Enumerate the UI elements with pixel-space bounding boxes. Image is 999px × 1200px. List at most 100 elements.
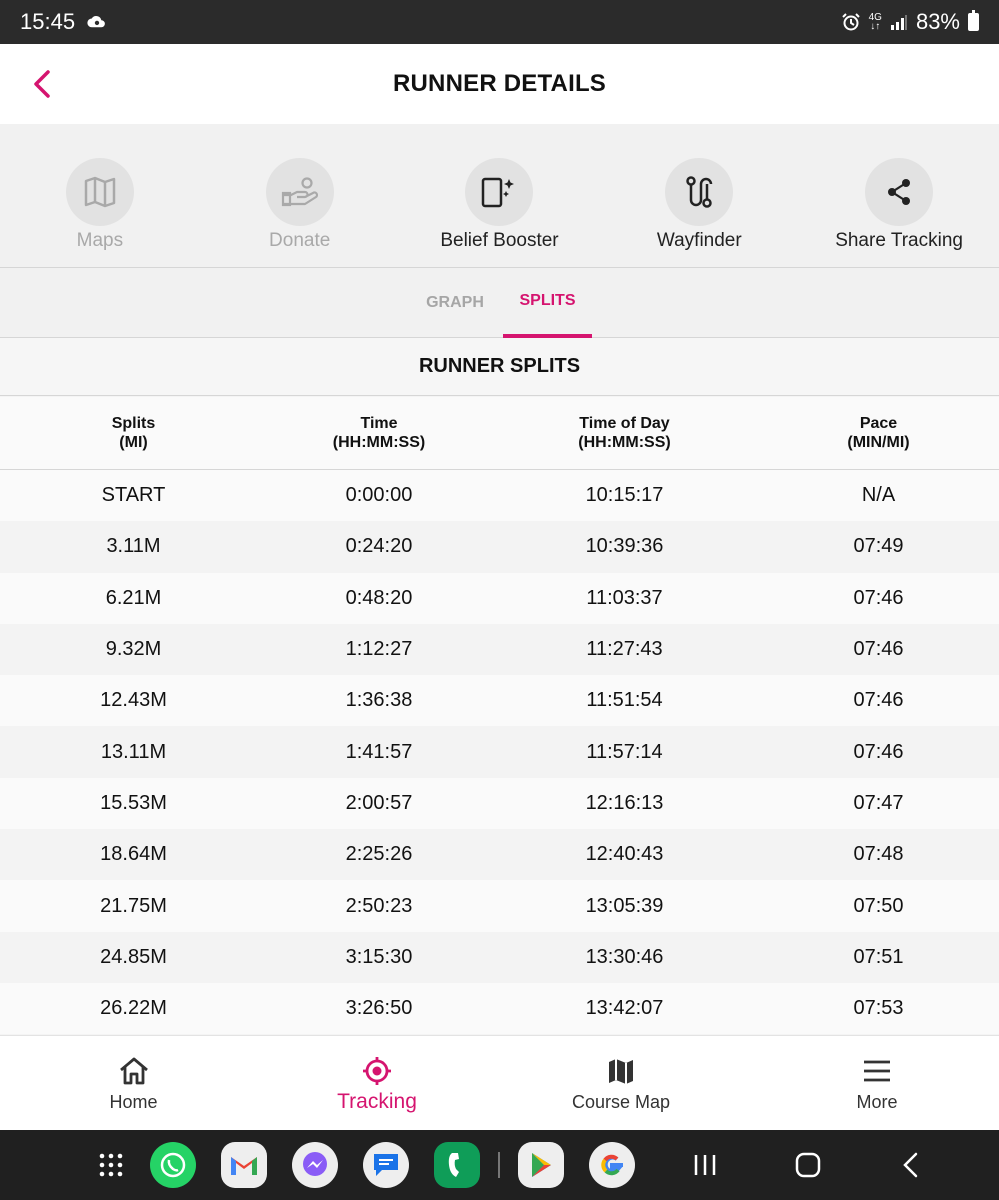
- donate-button[interactable]: Donate: [200, 124, 400, 267]
- split-distance: 12.43M: [100, 689, 167, 712]
- split-pace: 07:47: [853, 791, 904, 814]
- split-time: 3:26:50: [345, 997, 413, 1020]
- nav-course-map[interactable]: Course Map: [487, 1036, 755, 1130]
- recent-apps-icon[interactable]: [692, 1153, 718, 1177]
- table-row: 6.21M 0:48:20 11:03:37 07:46: [0, 572, 999, 624]
- split-distance: 26.22M: [100, 997, 167, 1020]
- column-header-unit: (MIN/MI): [847, 434, 910, 451]
- split-pace: 07:46: [853, 638, 904, 661]
- messenger-app-icon[interactable]: [292, 1142, 338, 1188]
- status-bar: 15:45 4G ↓↑ 83%: [0, 0, 999, 44]
- table-row: 24.85M 3:15:30 13:30:46 07:51: [0, 931, 999, 983]
- column-header-title: Pace: [859, 415, 898, 432]
- system-navigation-bar: [0, 1130, 999, 1200]
- network-type: 4G: [868, 12, 882, 23]
- donate-hand-icon: [281, 177, 318, 207]
- donate-icon-circle: [265, 158, 334, 226]
- table-row: 9.32M 1:12:27 11:27:43 07:46: [0, 623, 999, 676]
- split-pace: 07:48: [853, 843, 904, 866]
- battery-percent: 83%: [915, 9, 960, 34]
- nav-more[interactable]: More: [755, 1036, 999, 1130]
- gmail-app-icon[interactable]: [221, 1142, 267, 1188]
- split-distance: 24.85M: [100, 945, 167, 968]
- table-row: 26.22M 3:26:50 13:42:07 07:53: [0, 982, 999, 1035]
- map-icon: [84, 176, 116, 208]
- wayfinder-icon-circle: [665, 158, 734, 226]
- status-time: 15:45: [20, 9, 76, 34]
- nav-home[interactable]: Home: [0, 1036, 267, 1130]
- split-time-of-day: 13:42:07: [585, 997, 664, 1020]
- app-drawer-icon[interactable]: [98, 1152, 124, 1178]
- split-time-of-day: 10:15:17: [585, 484, 664, 507]
- nav-tracking[interactable]: Tracking: [267, 1036, 487, 1130]
- split-time: 0:00:00: [345, 484, 413, 507]
- split-pace: N/A: [861, 484, 896, 507]
- messenger-glyph-icon: [303, 1152, 327, 1176]
- chat-bubble-icon: [374, 1154, 398, 1176]
- maps-button[interactable]: Maps: [0, 124, 200, 267]
- split-time: 2:50:23: [345, 894, 413, 917]
- map-icon: [609, 1059, 633, 1084]
- back-chevron-icon[interactable]: [28, 66, 60, 102]
- split-pace: 07:46: [853, 689, 904, 712]
- whatsapp-app-icon[interactable]: [150, 1142, 196, 1188]
- split-distance: 13.11M: [100, 740, 167, 763]
- maps-icon-circle: [65, 158, 134, 226]
- table-row: 12.43M 1:36:38 11:51:54 07:46: [0, 675, 999, 727]
- nav-more-label: More: [856, 1092, 898, 1112]
- page-title: RUNNER DETAILS: [392, 70, 607, 97]
- tab-graph[interactable]: GRAPH: [410, 268, 500, 338]
- route-icon: [686, 176, 713, 208]
- belief-booster-icon-circle: [465, 158, 534, 226]
- table-row: 15.53M 2:00:57 12:16:13 07:47: [0, 777, 999, 830]
- split-pace: 07:49: [853, 535, 904, 558]
- system-back-icon[interactable]: [900, 1152, 922, 1178]
- play-store-app-icon[interactable]: [518, 1142, 564, 1188]
- column-header-unit: (HH:MM:SS): [578, 434, 671, 451]
- split-time-of-day: 12:16:13: [585, 791, 664, 814]
- split-distance: 9.32M: [105, 638, 162, 661]
- hamburger-icon: [864, 1060, 890, 1082]
- splits-section-title: RUNNER SPLITS: [0, 338, 999, 396]
- belief-booster-button[interactable]: Belief Booster: [400, 124, 600, 267]
- split-time-of-day: 11:57:14: [586, 740, 663, 763]
- phone-app-icon[interactable]: [434, 1142, 480, 1188]
- share-icon-circle: [865, 158, 934, 226]
- split-pace: 07:46: [853, 740, 904, 763]
- google-app-icon[interactable]: [589, 1142, 635, 1188]
- split-distance: 21.75M: [100, 894, 167, 917]
- nav-home-label: Home: [109, 1092, 158, 1112]
- column-header-splits: Splits (MI): [0, 397, 267, 469]
- tab-splits[interactable]: SPLITS: [503, 268, 592, 338]
- share-tracking-label: Share Tracking: [835, 230, 963, 251]
- split-pace: 07:50: [853, 894, 904, 917]
- column-header-title: Time of Day: [579, 415, 670, 432]
- target-icon: [363, 1057, 391, 1085]
- split-pace: 07:46: [853, 586, 904, 609]
- split-pace: 07:51: [853, 945, 904, 968]
- split-time: 0:48:20: [345, 586, 413, 609]
- home-button-icon[interactable]: [795, 1152, 821, 1178]
- share-icon: [888, 179, 911, 205]
- split-distance: 18.64M: [100, 843, 167, 866]
- split-pace: 07:53: [853, 997, 904, 1020]
- split-time-of-day: 11:27:43: [586, 638, 663, 661]
- split-time: 0:24:20: [345, 535, 413, 558]
- wayfinder-button[interactable]: Wayfinder: [599, 124, 799, 267]
- share-tracking-button[interactable]: Share Tracking: [799, 124, 999, 267]
- column-header-title: Splits: [111, 415, 156, 432]
- splits-table-body: START 0:00:00 10:15:17 N/A 3.11M 0:24:20…: [0, 470, 999, 1035]
- tab-bar: GRAPH SPLITS: [0, 268, 999, 338]
- split-time-of-day: 11:51:54: [586, 689, 663, 712]
- whatsapp-glyph-icon: [160, 1152, 186, 1178]
- belief-booster-label: Belief Booster: [440, 230, 559, 251]
- split-time-of-day: 10:39:36: [585, 535, 664, 558]
- split-time: 2:00:57: [345, 791, 413, 814]
- split-distance: 15.53M: [100, 791, 167, 814]
- split-distance: START: [101, 484, 166, 507]
- table-row: START 0:00:00 10:15:17 N/A: [0, 470, 999, 522]
- column-header-unit: (MI): [119, 434, 148, 451]
- split-time: 1:12:27: [345, 638, 413, 661]
- table-row: 18.64M 2:25:26 12:40:43 07:48: [0, 829, 999, 881]
- messages-app-icon[interactable]: [363, 1142, 409, 1188]
